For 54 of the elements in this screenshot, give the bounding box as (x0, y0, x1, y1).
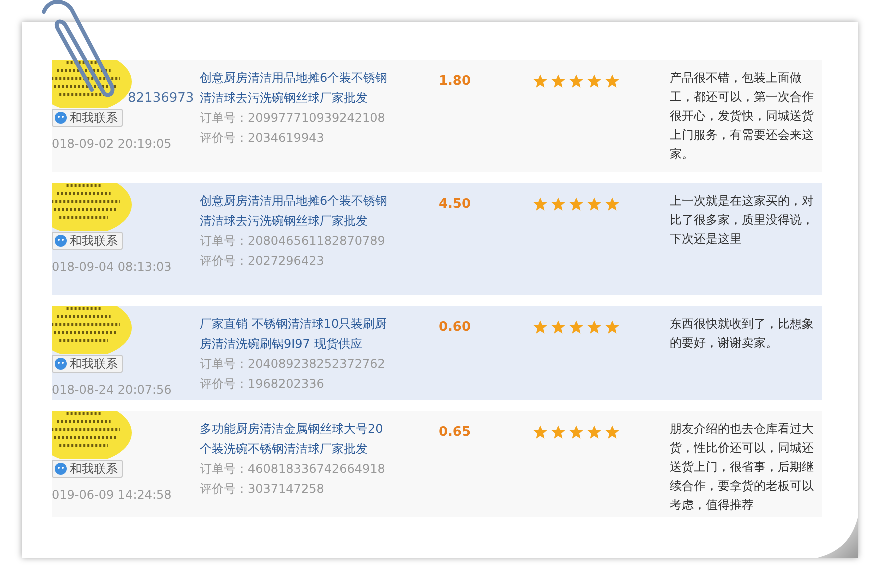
price: 0.60 (438, 320, 472, 335)
contact-button[interactable]: 和我联系 (52, 232, 123, 250)
product-link[interactable]: 创意厨房清洁用品地摊6个装不锈钢清洁球去污洗碗钢丝球厂家批发 (200, 191, 395, 231)
buyer-name: 82136973 (127, 90, 196, 108)
star-icon (569, 425, 584, 440)
star-icon (569, 74, 584, 89)
chat-icon (54, 111, 68, 125)
star-icon (533, 74, 548, 89)
review-comment: 朋友介绍的也去仓库看过大货，性比价还可以，同城还送货上门，很省事，后期继续合作，要拿货的老板可以考虑，值得推荐 (670, 421, 814, 514)
review-number: 评价号：2027296423 (200, 253, 326, 270)
product-link[interactable]: 厂家直销 不锈钢清洁球10只装刷厨房清洁洗碗刷锅9I97 现货供应 (200, 314, 395, 354)
star-icon (587, 197, 602, 212)
star-icon (551, 74, 566, 89)
contact-button[interactable]: 和我联系 (52, 355, 123, 373)
star-icon (551, 320, 566, 335)
contact-button[interactable]: 和我联系 (52, 109, 123, 127)
star-icon (533, 197, 548, 212)
star-icon (569, 320, 584, 335)
price: 4.50 (438, 197, 472, 212)
star-icon (587, 74, 602, 89)
star-icon (533, 320, 548, 335)
review-date: 018-08-24 20:07:56 (52, 382, 173, 399)
review-comment: 东西很快就收到了，比想象的要好，谢谢卖家。 (670, 316, 814, 352)
price: 1.80 (438, 74, 472, 89)
product-link[interactable]: 创意厨房清洁用品地摊6个装不锈钢清洁球去污洗碗钢丝球厂家批发 (200, 68, 395, 108)
review-number: 评价号：3037147258 (200, 481, 326, 498)
star-icon (551, 197, 566, 212)
price: 0.65 (438, 425, 472, 440)
product-link[interactable]: 多功能厨房清洁金属钢丝球大号20个装洗碗不锈钢清洁球厂家批发 (200, 419, 395, 459)
review-date: 018-09-02 20:19:05 (52, 136, 173, 153)
review-comment: 上一次就是在这家买的，对比了很多家，质里没得说，下次还是这里 (670, 193, 814, 248)
star-icon (569, 197, 584, 212)
review-number: 评价号：1968202336 (200, 376, 326, 393)
chat-icon (54, 462, 68, 476)
order-number: 订单号：204089238252372762 (200, 356, 386, 373)
star-icon (551, 425, 566, 440)
review-number: 评价号：2034619943 (200, 130, 326, 147)
review-date: 018-09-04 08:13:03 (52, 259, 173, 276)
review-date: 019-06-09 14:24:58 (52, 487, 173, 504)
star-icon (605, 74, 620, 89)
chat-icon (54, 357, 68, 371)
page-curl (818, 518, 858, 558)
star-icon (605, 320, 620, 335)
contact-button[interactable]: 和我联系 (52, 460, 123, 478)
star-icon (605, 197, 620, 212)
order-number: 订单号：460818336742664918 (200, 461, 386, 478)
order-number: 订单号：208046561182870789 (200, 233, 386, 250)
review-comment: 产品很不错，包装上面做工，都还可以，第一次合作很开心，发货快，同城送货上门服务，有需要还会来这家。 (670, 70, 814, 163)
chat-icon (54, 234, 68, 248)
star-icon (587, 425, 602, 440)
star-icon (533, 425, 548, 440)
star-icon (587, 320, 602, 335)
star-icon (605, 425, 620, 440)
order-number: 订单号：209977710939242108 (200, 110, 386, 127)
